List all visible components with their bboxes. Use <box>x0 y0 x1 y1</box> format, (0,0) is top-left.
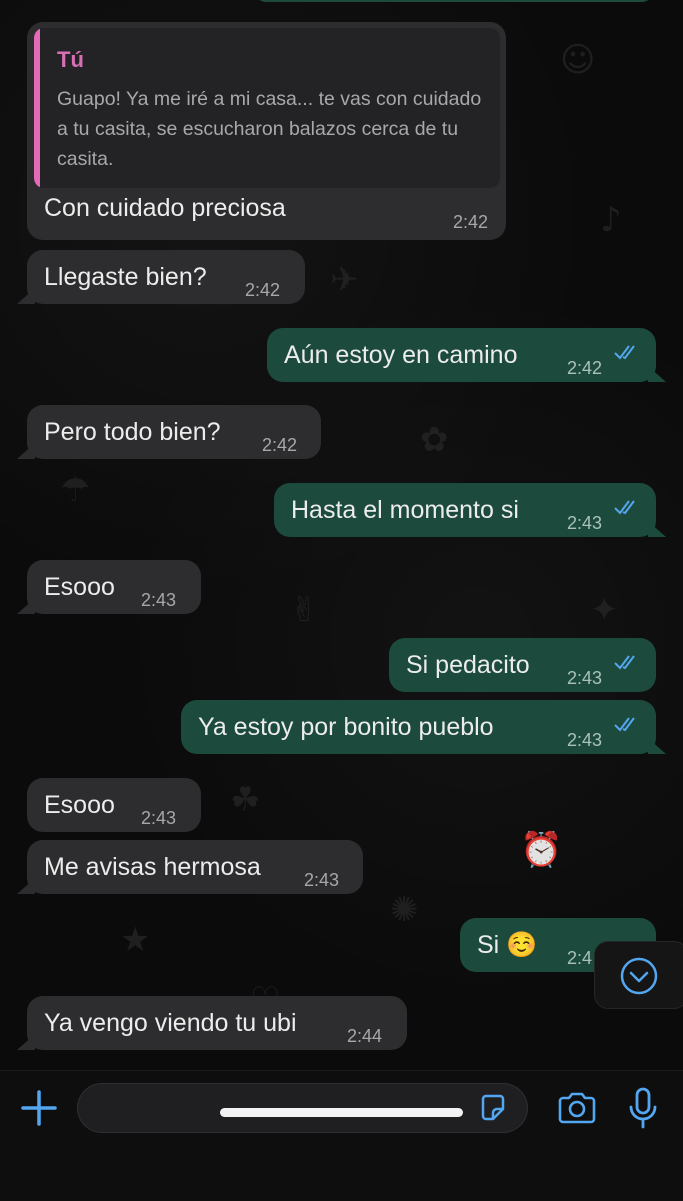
message-bubble-incoming[interactable]: Me avisas hermosa 2:43 <box>17 840 363 894</box>
message-bubble-incoming[interactable]: Ya vengo viendo tu ubi 2:44 <box>17 996 407 1050</box>
message-bubble-incoming[interactable]: Llegaste bien? 2:42 <box>17 250 305 304</box>
message-composer-bar <box>0 1070 683 1201</box>
doodle-icon: ⏰ <box>520 830 563 870</box>
message-time: 2:42 <box>245 280 281 300</box>
plus-icon[interactable] <box>20 1089 58 1127</box>
message-bubble-outgoing[interactable]: Aún estoy en camino 2:42 <box>267 328 666 382</box>
message-text: Si pedacito <box>406 651 530 679</box>
message-text: Pero todo bien? <box>44 418 221 446</box>
doodle-icon: ♪ <box>600 200 622 240</box>
doodle-icon: ✿ <box>420 420 449 460</box>
message-time: 2:42 <box>262 435 298 455</box>
message-text: Me avisas hermosa <box>44 853 261 881</box>
message-time: 2:43 <box>141 808 177 828</box>
double-check-icon <box>614 500 635 515</box>
doodle-icon: ☺ <box>560 40 596 80</box>
message-bubble-outgoing[interactable]: Ya estoy por bonito pueblo 2:43 <box>181 700 666 754</box>
message-bubble-outgoing[interactable]: Hasta el momento si 2:43 <box>274 483 666 537</box>
doodle-icon: ★ <box>120 920 151 960</box>
message-text: Esooo <box>44 573 115 601</box>
message-bubble-incoming[interactable]: Pero todo bien? 2:42 <box>17 405 321 459</box>
message-time: 2:43 <box>567 730 603 750</box>
doodle-icon: ☂ <box>60 470 91 510</box>
microphone-icon[interactable] <box>628 1087 658 1129</box>
home-indicator <box>220 1108 463 1117</box>
doodle-icon: ☘ <box>230 780 261 820</box>
reply-message-bubble[interactable]: Tú Guapo! Ya me iré a mi casa... te vas … <box>27 22 506 240</box>
message-time: 2:42 <box>452 212 488 232</box>
doodle-icon: ✺ <box>390 890 419 930</box>
camera-icon[interactable] <box>557 1091 597 1125</box>
message-bubble-incoming[interactable]: Esooo 2:43 <box>17 560 201 614</box>
double-check-icon <box>614 717 635 732</box>
message-text: Ya vengo viendo tu ubi <box>44 1009 297 1037</box>
message-text: Esooo <box>44 791 115 819</box>
message-text: Aún estoy en camino <box>284 341 518 369</box>
message-text: Llegaste bien? <box>44 263 207 291</box>
chevron-down-circle-icon <box>620 957 658 995</box>
message-bubble-incoming[interactable]: Esooo 2:43 <box>27 778 201 832</box>
message-time: 2:43 <box>567 513 603 533</box>
doodle-icon: ✌ <box>290 590 319 630</box>
quote-accent-bar <box>34 28 40 188</box>
message-time: 2:4 <box>567 948 593 968</box>
message-time: 2:43 <box>304 870 340 890</box>
message-text: Si ☺️ <box>477 931 538 959</box>
doodle-icon: ✦ <box>590 590 619 630</box>
quoted-text: Guapo! Ya me iré a mi casa... te vas con… <box>57 88 482 170</box>
message-time: 2:42 <box>567 358 603 378</box>
sticker-icon[interactable] <box>478 1093 508 1123</box>
message-time: 2:43 <box>141 590 177 610</box>
quoted-message[interactable]: Tú Guapo! Ya me iré a mi casa... te vas … <box>34 28 500 188</box>
message-time: 2:43 <box>567 668 603 688</box>
double-check-icon <box>614 345 635 360</box>
message-text: Hasta el momento si <box>291 496 519 524</box>
message-bubble-outgoing[interactable]: Si pedacito 2:43 <box>389 638 656 692</box>
message-text: Con cuidado preciosa <box>44 194 286 222</box>
double-check-icon <box>614 655 635 670</box>
scroll-to-bottom-button[interactable] <box>594 941 683 1009</box>
message-text: Ya estoy por bonito pueblo <box>198 713 494 741</box>
quoted-author: Tú <box>57 47 84 72</box>
doodle-icon: ✈ <box>330 260 359 300</box>
chat-background: ☺ ♪ ✈ ✿ ☂ ✌ ✦ ☘ ⏰ ✺ ★ ♡ Tú Guapo! Ya me … <box>0 0 683 1070</box>
previous-message-bubble <box>255 0 653 2</box>
message-time: 2:44 <box>347 1026 383 1046</box>
